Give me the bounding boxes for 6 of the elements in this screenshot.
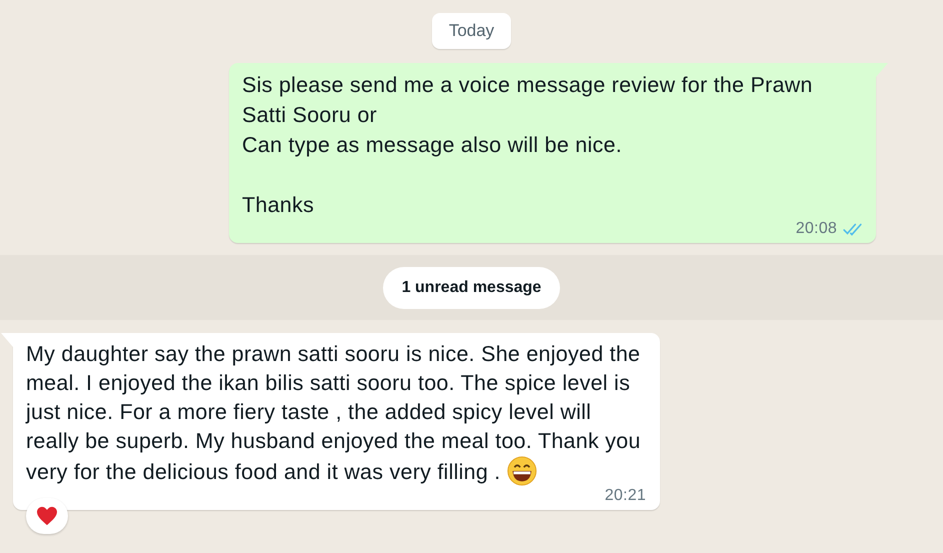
- message-time: 20:21: [604, 486, 646, 506]
- message-text: My daughter say the prawn satti sooru is nice. She enjoyed the meal. I enjoyed the ikan bilis satti sooru too. The spice level is just nice. For a more fiery taste , the added spicy level will really be superb. My husband enjoyed the meal too. Thank you very for the delicious food and it was very filling .: [26, 342, 642, 484]
- unread-count-label: 1 unread message: [382, 266, 560, 308]
- date-chip: Today: [432, 13, 512, 49]
- message-time: 20:08: [796, 219, 837, 239]
- message-text: Sis please send me a voice message review for the Prawn Satti Sooru or Can type as message also will be nice. Thanks: [242, 73, 814, 217]
